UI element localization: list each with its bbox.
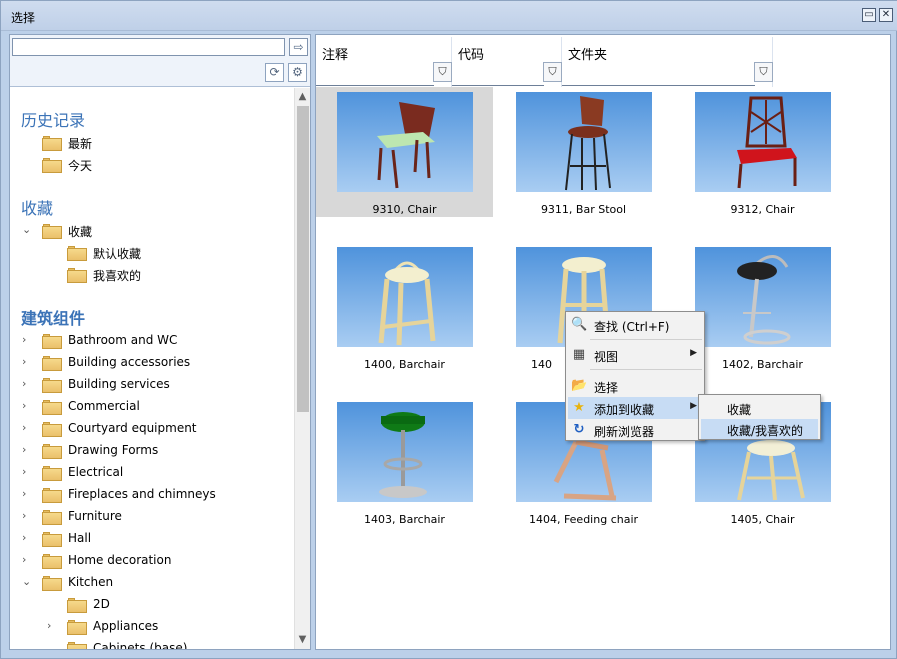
folder-icon xyxy=(67,620,87,635)
chevron-right-icon[interactable]: › xyxy=(22,399,34,413)
item-card-9311[interactable]: 9311, Bar Stool xyxy=(495,87,672,217)
item-caption: 9312, Chair xyxy=(730,203,795,216)
refresh-icon: ↻ xyxy=(573,422,585,437)
item-caption: 9310, Chair xyxy=(372,203,437,216)
chevron-right-icon[interactable]: › xyxy=(22,355,34,369)
folder-icon xyxy=(42,378,62,393)
title-bar: 选择 ▭ ✕ xyxy=(1,1,897,31)
folder-icon xyxy=(42,488,62,503)
bar-stool-thumbnail xyxy=(516,92,652,192)
search-icon: 🔍 xyxy=(571,317,588,332)
folder-icon xyxy=(42,224,62,239)
menu-item-add-to-favorites[interactable]: ★ 添加到收藏 ▶ xyxy=(568,397,703,419)
refresh-icon: ⟳ xyxy=(269,65,280,79)
menu-item-refresh-browser[interactable]: ↻ 刷新浏览器 xyxy=(568,419,703,441)
column-folder[interactable]: 文件夹 ⛉ xyxy=(562,37,773,87)
search-bar: ⇨ ⟳ ⚙ xyxy=(10,35,310,87)
folder-tree: 历史记录 最新 今天 收藏 ⌄ 收藏 默认收藏 我喜欢的 建筑组件 › Bath… xyxy=(10,88,294,649)
barchair-thumbnail xyxy=(695,247,831,347)
folder-icon xyxy=(42,400,62,415)
heading-building-components: 建筑组件 xyxy=(21,309,86,328)
refresh-tree-button[interactable]: ⟳ xyxy=(265,63,284,82)
tree-scrollbar[interactable]: ▲ ▼ xyxy=(294,88,310,649)
folder-icon xyxy=(67,268,87,283)
chevron-down-icon[interactable]: ⌄ xyxy=(22,223,34,237)
chevron-right-icon[interactable]: › xyxy=(22,421,34,435)
chevron-right-icon[interactable]: › xyxy=(22,531,34,545)
menu-item-select[interactable]: 📂 选择 xyxy=(568,375,703,397)
chair-thumbnail xyxy=(337,92,473,192)
barchair-thumbnail xyxy=(337,247,473,347)
column-notes[interactable]: 注释 ⛉ xyxy=(316,37,452,87)
folder-icon xyxy=(42,510,62,525)
folder-icon xyxy=(42,422,62,437)
folder-icon xyxy=(67,642,87,649)
arrow-right-icon: ⇨ xyxy=(293,40,304,54)
submenu-arrow-icon: ▶ xyxy=(690,401,697,411)
chevron-right-icon[interactable]: › xyxy=(22,553,34,567)
filter-icon[interactable]: ⛉ xyxy=(543,62,562,82)
item-card-9310[interactable]: 9310, Chair xyxy=(316,87,493,217)
scroll-up-icon[interactable]: ▲ xyxy=(295,88,310,105)
chevron-down-icon[interactable]: ⌄ xyxy=(22,575,34,589)
selection-window: 选择 ▭ ✕ ⇨ ⟳ ⚙ 历史记录 最新 今天 收藏 ⌄ 收藏 默认收藏 我喜欢… xyxy=(0,0,897,659)
scroll-thumb[interactable] xyxy=(297,106,309,412)
context-menu: 🔍 查找 (Ctrl+F) ▦ 视图 ▶ 📂 选择 ★ 添加到收藏 ▶ ↻ 刷新… xyxy=(565,311,705,441)
folder-icon xyxy=(42,554,62,569)
restore-icon[interactable]: ▭ xyxy=(862,8,876,22)
folder-open-icon: 📂 xyxy=(571,378,588,393)
chevron-right-icon[interactable]: › xyxy=(22,377,34,391)
gear-icon: ⚙ xyxy=(292,65,303,79)
item-caption: 1403, Barchair xyxy=(364,513,445,526)
submenu-item-my-favorites[interactable]: 收藏/我喜欢的 xyxy=(701,419,818,439)
item-caption: 1405, Chair xyxy=(730,513,795,526)
folder-icon xyxy=(42,532,62,547)
star-icon: ★ xyxy=(573,400,585,415)
filter-icon[interactable]: ⛉ xyxy=(754,62,773,82)
folder-icon xyxy=(42,158,62,173)
folder-icon xyxy=(67,598,87,613)
submenu-arrow-icon: ▶ xyxy=(690,348,697,358)
chevron-right-icon[interactable]: › xyxy=(47,619,59,633)
item-caption: 1404, Feeding chair xyxy=(528,513,639,526)
chevron-right-icon[interactable]: › xyxy=(22,487,34,501)
folder-icon xyxy=(67,246,87,261)
folder-icon xyxy=(42,334,62,349)
barchair-thumbnail xyxy=(337,402,473,502)
chevron-right-icon[interactable]: › xyxy=(22,333,34,347)
scroll-down-icon[interactable]: ▼ xyxy=(295,631,310,648)
submenu-item-favorites[interactable]: 收藏 xyxy=(701,398,818,418)
favorites-submenu: 收藏 收藏/我喜欢的 xyxy=(698,394,821,440)
chair-thumbnail xyxy=(695,92,831,192)
heading-history: 历史记录 xyxy=(21,111,86,130)
chevron-right-icon[interactable]: › xyxy=(22,509,34,523)
chevron-right-icon[interactable]: › xyxy=(22,443,34,457)
settings-button[interactable]: ⚙ xyxy=(288,63,307,82)
folder-icon xyxy=(42,136,62,151)
view-icon: ▦ xyxy=(572,347,586,362)
folder-icon xyxy=(42,576,62,591)
folder-icon xyxy=(42,444,62,459)
item-card-1400[interactable]: 1400, Barchair xyxy=(316,242,493,372)
item-card-1403[interactable]: 1403, Barchair xyxy=(316,397,493,527)
filter-icon[interactable]: ⛉ xyxy=(433,62,452,82)
search-go-button[interactable]: ⇨ xyxy=(289,38,308,56)
heading-favorites: 收藏 xyxy=(21,199,54,218)
close-icon[interactable]: ✕ xyxy=(879,8,893,22)
library-tree-panel: ⇨ ⟳ ⚙ 历史记录 最新 今天 收藏 ⌄ 收藏 默认收藏 我喜欢的 建筑组件 … xyxy=(9,34,311,650)
menu-item-view[interactable]: ▦ 视图 ▶ xyxy=(568,344,703,366)
folder-icon xyxy=(42,356,62,371)
window-title: 选择 xyxy=(11,11,36,25)
item-caption: 9311, Bar Stool xyxy=(540,203,627,216)
folder-icon xyxy=(42,466,62,481)
menu-item-find[interactable]: 🔍 查找 (Ctrl+F) xyxy=(568,314,703,336)
chevron-right-icon[interactable]: › xyxy=(22,465,34,479)
column-code[interactable]: 代码 ⛉ xyxy=(452,37,562,87)
item-card-9312[interactable]: 9312, Chair xyxy=(674,87,851,217)
search-input[interactable] xyxy=(12,38,285,56)
